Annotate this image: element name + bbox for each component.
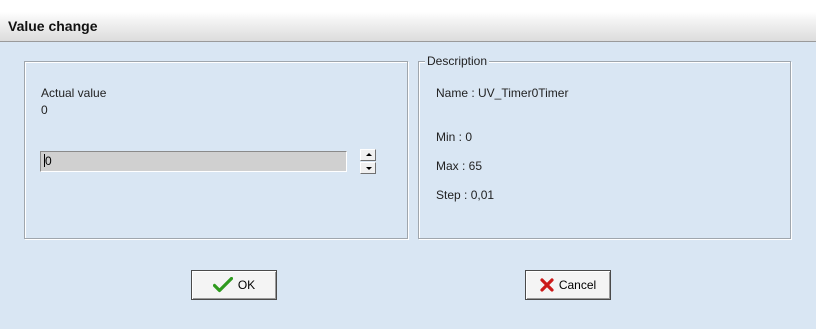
window-title: Value change	[8, 18, 98, 34]
description-step: Step : 0,01	[436, 188, 495, 202]
title-bar[interactable]: Value change	[0, 12, 816, 42]
checkmark-icon	[212, 277, 233, 293]
value-input[interactable]: 0	[40, 151, 347, 172]
ok-button[interactable]: OK	[191, 270, 277, 300]
value-input-text: 0	[45, 154, 52, 168]
x-mark-icon	[540, 278, 554, 292]
spin-up-button[interactable]	[360, 149, 376, 161]
spin-down-button[interactable]	[360, 162, 376, 174]
description-min: Min : 0	[436, 130, 473, 144]
actual-value-label: Actual value	[41, 86, 107, 100]
description-name: Name : UV_Timer0Timer	[436, 86, 569, 100]
description-max: Max : 65	[436, 159, 483, 173]
description-legend: Description	[425, 54, 490, 68]
cancel-button[interactable]: Cancel	[525, 270, 611, 300]
value-spinner[interactable]	[360, 149, 376, 174]
top-strip	[0, 0, 816, 12]
actual-value: 0	[41, 103, 48, 117]
ok-button-label: OK	[237, 278, 256, 292]
arrow-up-icon	[366, 153, 372, 156]
arrow-down-icon	[366, 167, 372, 170]
cancel-button-label: Cancel	[558, 278, 597, 292]
